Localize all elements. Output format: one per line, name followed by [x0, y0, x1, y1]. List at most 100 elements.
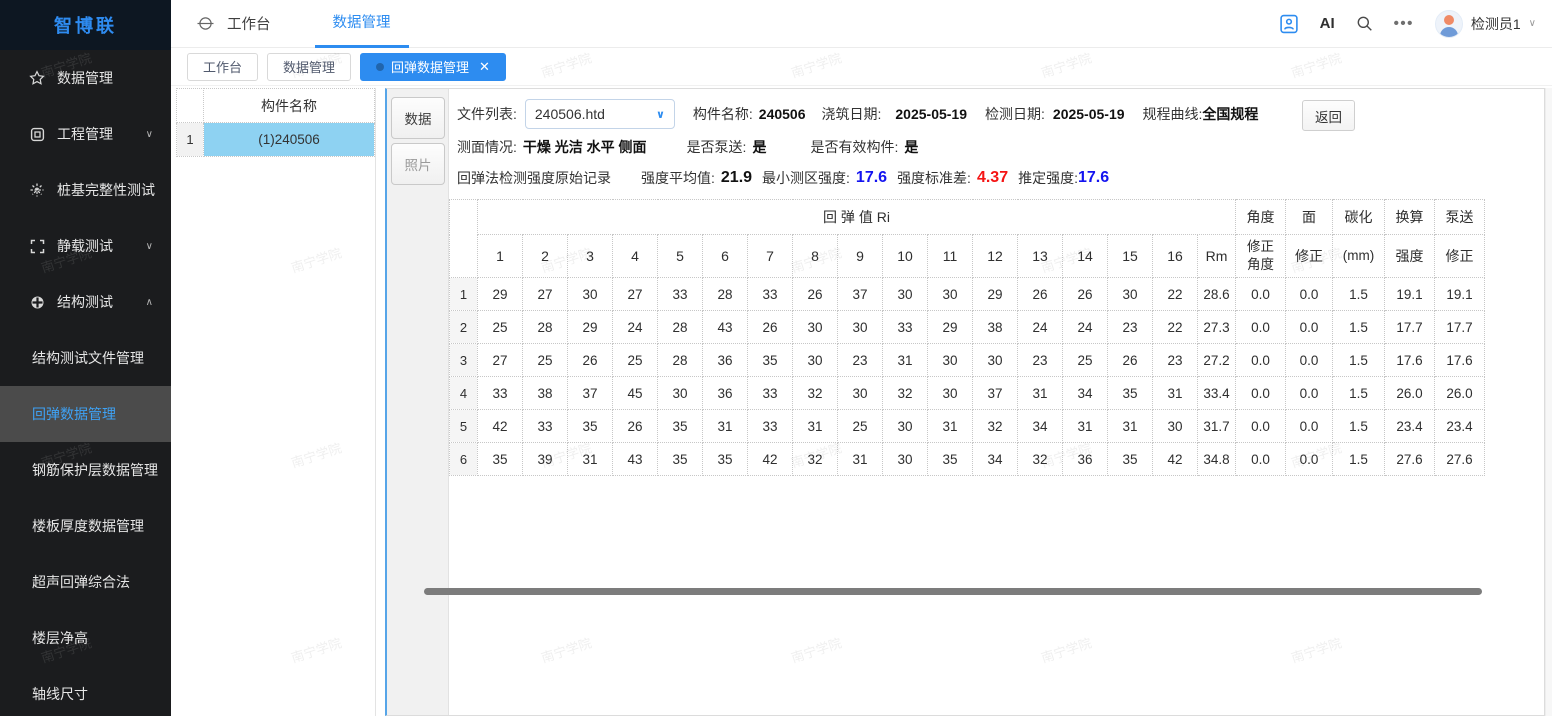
reading-cell: 30	[928, 344, 973, 377]
group-header-bottom-3: (mm)	[1333, 235, 1385, 278]
chevron-down-icon: ∨	[146, 241, 153, 252]
sidebar-item-3[interactable]: 桩基完整性测试	[0, 162, 171, 218]
reading-cell: 25	[1063, 344, 1108, 377]
estimated-strength-label: 推定强度:	[1018, 168, 1078, 188]
angle-correction-cell: 0.0	[1236, 443, 1286, 476]
reading-cell: 30	[1153, 410, 1198, 443]
reading-cell: 32	[793, 443, 838, 476]
reading-cell: 42	[748, 443, 793, 476]
reading-cell: 31	[883, 344, 928, 377]
nav-data-management-active[interactable]: 数据管理	[313, 0, 411, 48]
sidebar-item-8[interactable]: 钢筋保护层数据管理	[0, 442, 171, 498]
reading-cell: 31	[1153, 377, 1198, 410]
sidebar-item-6[interactable]: 结构测试文件管理	[0, 330, 171, 386]
sidebar-item-7[interactable]: 回弹数据管理	[0, 386, 171, 442]
reading-col-header: 6	[703, 235, 748, 278]
reading-cell: 24	[1063, 311, 1108, 344]
rm-cell: 33.4	[1198, 377, 1236, 410]
sidebar-item-label: 回弹数据管理	[32, 404, 116, 424]
group-header-bottom-1: 修正角度	[1236, 235, 1286, 278]
chevron-down-icon: ∨	[1529, 18, 1536, 29]
nav-workbench[interactable]: 工作台	[227, 13, 271, 34]
reading-col-header: 5	[658, 235, 703, 278]
reading-cell: 25	[613, 344, 658, 377]
reading-cell: 32	[1018, 443, 1063, 476]
rebound-data-table: 回 弹 值 Ri角度面碳化换算泵送12345678910111213141516…	[449, 199, 1485, 476]
row-number-cell: 5	[450, 410, 478, 443]
pour-date-value: 2025-05-19	[895, 106, 967, 122]
tab-data[interactable]: 数据	[391, 97, 445, 139]
breadcrumb-tab-1[interactable]: 工作台	[187, 53, 258, 81]
detail-panel: 数据 照片 文件列表: 240506.htd ∨ 构件名称: 240506 浇筑…	[385, 88, 1545, 716]
reading-cell: 31	[1063, 410, 1108, 443]
pump-correction-cell: 17.6	[1435, 344, 1485, 377]
sidebar-item-12[interactable]: 轴线尺寸	[0, 666, 171, 722]
group-header-bottom-2: 修正	[1286, 235, 1333, 278]
reading-col-header: 16	[1153, 235, 1198, 278]
breadcrumb-tab-label: 工作台	[203, 57, 242, 76]
reading-cell: 27	[613, 278, 658, 311]
back-button[interactable]: 返回	[1302, 100, 1355, 131]
rm-cell: 34.8	[1198, 443, 1236, 476]
chevron-down-icon: ∨	[656, 108, 665, 121]
component-list-panel: 构件名称1(1)240506	[176, 88, 376, 716]
test-date-value: 2025-05-19	[1053, 106, 1125, 122]
table-row: 22528292428432630303329382424232227.30.0…	[450, 311, 1485, 344]
reading-cell: 26	[793, 278, 838, 311]
breadcrumb-tab-label: 数据管理	[283, 57, 335, 76]
sidebar-item-2[interactable]: 工程管理∨	[0, 106, 171, 162]
sidebar-item-10[interactable]: 超声回弹综合法	[0, 554, 171, 610]
close-tab-icon[interactable]: ✕	[479, 60, 490, 73]
table-header-row-1: 回 弹 值 Ri角度面碳化换算泵送	[450, 200, 1485, 235]
collapse-menu-icon[interactable]	[197, 15, 214, 32]
sidebar-item-9[interactable]: 楼板厚度数据管理	[0, 498, 171, 554]
converted-strength-cell: 19.1	[1385, 278, 1435, 311]
breadcrumb-tab-2[interactable]: 数据管理	[267, 53, 351, 81]
sidebar-item-label: 楼板厚度数据管理	[32, 516, 144, 536]
test-date-label: 检测日期:	[985, 104, 1045, 124]
reading-cell: 33	[523, 410, 568, 443]
reading-col-header: 13	[1018, 235, 1063, 278]
angle-correction-cell: 0.0	[1236, 410, 1286, 443]
component-list-table: 构件名称1(1)240506	[176, 88, 375, 157]
reading-cell: 30	[928, 377, 973, 410]
group-header-bottom-5: 修正	[1435, 235, 1485, 278]
breadcrumb-tab-3[interactable]: 回弹数据管理✕	[360, 53, 506, 81]
reading-col-header: 15	[1108, 235, 1153, 278]
ai-button[interactable]: AI	[1320, 15, 1335, 32]
topbar-right: AI ••• 检测员1 ∨	[1279, 10, 1552, 38]
sidebar-item-11[interactable]: 楼层净高	[0, 610, 171, 666]
file-list-select[interactable]: 240506.htd ∨	[525, 99, 675, 129]
tab-photo[interactable]: 照片	[391, 143, 445, 185]
carbonation-cell: 1.5	[1333, 344, 1385, 377]
component-row-name[interactable]: (1)240506	[204, 123, 375, 157]
sidebar-item-4[interactable]: 静载测试 ∨	[0, 218, 171, 274]
reading-cell: 30	[793, 311, 838, 344]
reading-cell: 29	[568, 311, 613, 344]
vertical-scrollbar-track[interactable]	[1545, 88, 1552, 716]
sidebar-item-1[interactable]: 数据管理	[0, 50, 171, 106]
reading-cell: 33	[883, 311, 928, 344]
reading-cell: 39	[523, 443, 568, 476]
side-tab-strip: 数据 照片	[387, 89, 449, 715]
row-number-cell: 2	[450, 311, 478, 344]
reading-cell: 31	[1108, 410, 1153, 443]
search-icon[interactable]	[1356, 15, 1373, 32]
angle-correction-cell: 0.0	[1236, 311, 1286, 344]
chevron-down-icon: ∨	[146, 129, 153, 140]
more-options-icon[interactable]: •••	[1394, 15, 1414, 32]
converted-strength-cell: 27.6	[1385, 443, 1435, 476]
sidebar-item-5[interactable]: 结构测试∧	[0, 274, 171, 330]
sidebar: 智博联 数据管理工程管理∨桩基完整性测试静载测试∨结构测试∧结构测试文件管理回弹…	[0, 0, 171, 716]
reading-cell: 33	[478, 377, 523, 410]
row-number-cell: 6	[450, 443, 478, 476]
reading-cell: 30	[658, 377, 703, 410]
contact-book-icon[interactable]	[1279, 14, 1299, 34]
user-menu[interactable]: 检测员1 ∨	[1435, 10, 1536, 38]
reading-cell: 30	[1108, 278, 1153, 311]
converted-strength-cell: 26.0	[1385, 377, 1435, 410]
table-header-row-2: 12345678910111213141516Rm修正角度修正(mm)强度修正	[450, 235, 1485, 278]
horizontal-scrollbar[interactable]	[424, 588, 1482, 595]
component-list-row[interactable]: 1(1)240506	[177, 123, 375, 157]
sidebar-item-label: 静载测试	[57, 236, 113, 256]
